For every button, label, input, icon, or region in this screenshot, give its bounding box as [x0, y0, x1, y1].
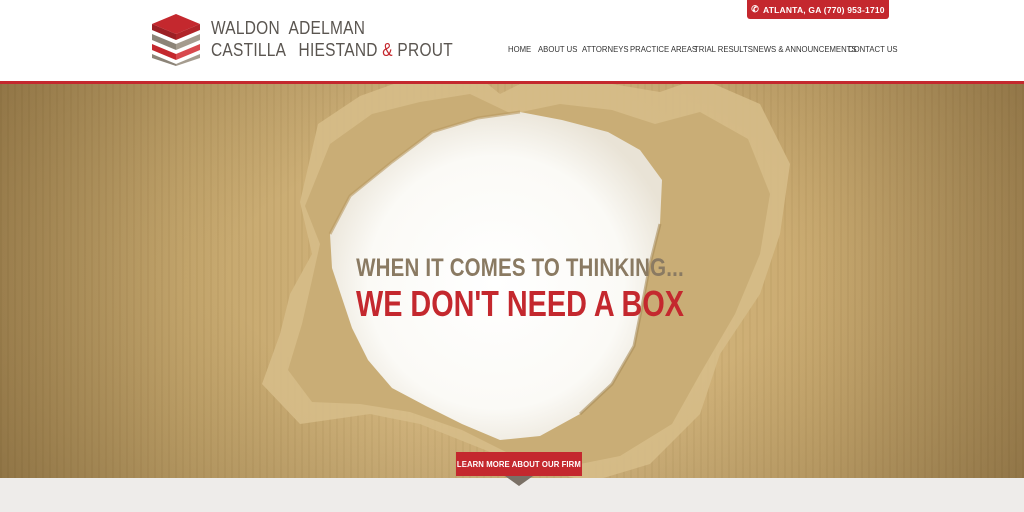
logo-word-adelman: ADELMAN — [288, 18, 366, 38]
nav-item-attorneys[interactable]: ATTORNEYS — [582, 44, 629, 54]
nav-item-contact-us[interactable]: CONTACT US — [848, 44, 898, 54]
hero-tagline-line-2: WE DON'T NEED A BOX — [356, 283, 684, 324]
main-nav: HOME ABOUT US ATTORNEYS PRACTICE AREAS T… — [0, 44, 1024, 56]
phone-icon: ✆ — [751, 4, 760, 14]
learn-more-label: LEARN MORE ABOUT OUR FIRM — [457, 459, 582, 469]
stacked-blocks-logo-icon — [152, 14, 200, 66]
nav-item-news-announcements[interactable]: NEWS & ANNOUNCEMENTS — [753, 44, 857, 54]
nav-item-practice-areas[interactable]: PRACTICE AREAS — [630, 44, 697, 54]
site-header: WALDON ADELMAN CASTILLA HIESTAND & PROUT … — [0, 0, 1024, 84]
firm-logo[interactable]: WALDON ADELMAN CASTILLA HIESTAND & PROUT — [148, 12, 453, 68]
logo-word-waldon: WALDON — [211, 18, 280, 38]
nav-item-about-us[interactable]: ABOUT US — [538, 44, 577, 54]
hero-banner: WHEN IT COMES TO THINKING... WE DON'T NE… — [0, 84, 1024, 478]
nav-item-trial-results[interactable]: TRIAL RESULTS — [694, 44, 753, 54]
phone-badge[interactable]: ✆ ATLANTA, GA (770) 953-1710 — [747, 0, 889, 19]
learn-more-button[interactable]: LEARN MORE ABOUT OUR FIRM — [456, 452, 582, 476]
cta-down-arrow-icon — [505, 476, 533, 486]
hero-tagline-line-1: WHEN IT COMES TO THINKING... — [356, 254, 684, 282]
nav-item-home[interactable]: HOME — [508, 44, 531, 54]
phone-text: ATLANTA, GA (770) 953-1710 — [763, 4, 885, 15]
logo-line-1: WALDON ADELMAN — [211, 18, 365, 39]
